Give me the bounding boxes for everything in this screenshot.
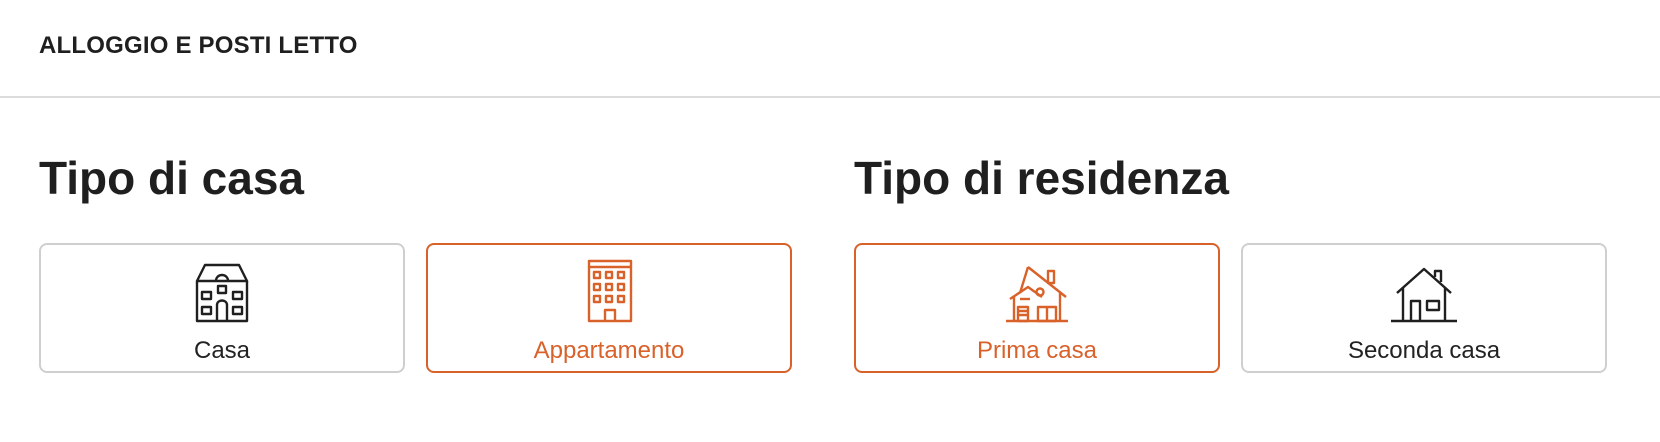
option-label: Appartamento xyxy=(533,337,685,364)
house-icon xyxy=(187,255,257,325)
apartment-building-icon xyxy=(574,255,644,325)
section-header: ALLOGGIO E POSTI LETTO xyxy=(0,0,1660,98)
house-type-options: Casa Appartamento xyxy=(39,243,792,373)
house-type-title: Tipo di casa xyxy=(39,152,305,204)
option-casa[interactable]: Casa xyxy=(39,243,405,373)
option-label: Casa xyxy=(193,337,251,364)
primary-home-icon xyxy=(1002,255,1072,325)
residence-type-section: Tipo di residenza Prima casa Seconda cas… xyxy=(854,152,1607,373)
option-prima-casa[interactable]: Prima casa xyxy=(854,243,1220,373)
option-label: Prima casa xyxy=(976,337,1098,364)
header-title: ALLOGGIO E POSTI LETTO xyxy=(39,32,358,59)
option-seconda-casa[interactable]: Seconda casa xyxy=(1241,243,1607,373)
house-type-section: Tipo di casa Casa Appartamento xyxy=(39,152,792,373)
option-label: Seconda casa xyxy=(1347,337,1501,364)
option-appartamento[interactable]: Appartamento xyxy=(426,243,792,373)
residence-type-title: Tipo di residenza xyxy=(854,152,1229,204)
residence-type-options: Prima casa Seconda casa xyxy=(854,243,1607,373)
secondary-home-icon xyxy=(1389,255,1459,325)
